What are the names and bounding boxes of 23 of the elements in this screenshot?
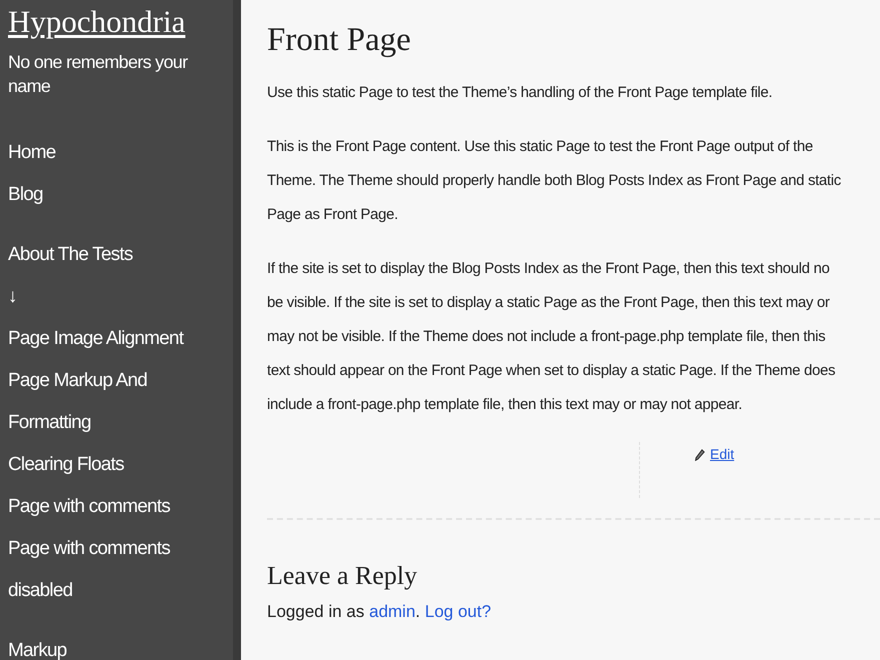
menu-link[interactable]: ↓ [8,276,17,318]
menu-link[interactable]: Home [8,132,56,174]
paragraph: If the site is set to display the Blog Posts Index as the Front Page, then this text should no be visible. If the site is set to display a static Page as the Front Page, then this text may or may not be visible. If the Theme does not include a front-page.php template file, then this text should appear on the Front Page when set to display a static Page. If the Theme does include a front-page.php template file, then this text may or may not appear. [267,259,836,415]
user-link[interactable]: admin [369,602,416,621]
menu-link[interactable]: Markup [8,630,67,660]
menu-link[interactable]: Clearing Floats [8,444,124,486]
logout-link[interactable]: Log out? [424,602,492,621]
menu-link[interactable]: Blog [8,174,43,216]
pencil-icon [695,449,705,461]
reply-heading: Leave a Reply [267,560,418,592]
menu-link[interactable]: Page Markup And Formatting [8,360,208,444]
menu-link[interactable]: Page with comments [8,486,170,528]
paragraph: Use this static Page to test the Theme’s handling of the Front Page template file. [267,83,772,103]
paragraph: This is the Front Page content. Use this static Page to test the Front Page output of the Theme. The Theme should properly handle both Blog Posts Index as Front Page and static Page as Front Page. [267,137,841,225]
logged-in-text: Logged in as [267,602,364,621]
menu-link[interactable]: Page Image Alignment [8,318,184,360]
site-title[interactable]: Hypochondria [8,2,186,42]
menu-link[interactable]: Page with comments disabled [8,528,208,612]
site-tagline: No one remembers your name [8,51,189,98]
page-title: Front Page [267,21,411,60]
menu-link[interactable]: About The Tests [8,234,133,276]
edit-link[interactable]: Edit [710,446,734,462]
separator-text: . [415,602,420,621]
